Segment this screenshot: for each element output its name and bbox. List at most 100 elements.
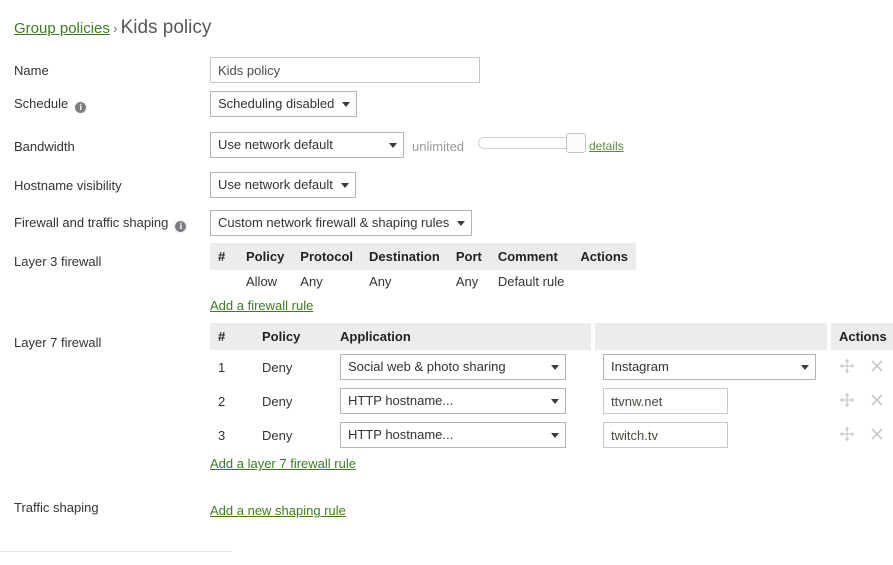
section-divider [0,551,232,552]
layer7-firewall-table: # Policy Application Actions 1 Deny Soci… [210,323,893,452]
firewall-traffic-shaping-select-value: Custom network firewall & shaping rules [218,215,450,230]
cell-actions [572,270,636,293]
label-bandwidth: Bandwidth [14,139,75,154]
page-title: Kids policy [120,17,212,38]
label-firewall-traffic-shaping: Firewall and traffic shaping i [14,215,188,233]
chevron-down-icon [551,433,559,438]
col-header-comment: Comment [489,243,573,270]
chevron-down-icon [801,365,809,370]
table-row: 3 Deny HTTP hostname... [210,418,893,452]
cell-actions [831,384,893,418]
schedule-select[interactable]: Scheduling disabled [210,91,358,117]
col-header-num: # [210,323,254,350]
cell-num: 3 [218,427,226,443]
chevron-down-icon [551,365,559,370]
layer7-type-select-value: HTTP hostname... [348,427,454,442]
row-firewall-traffic-shaping: Firewall and traffic shaping i Custom net… [0,207,893,243]
delete-icon[interactable] [869,358,887,376]
chevron-down-icon [551,399,559,404]
chevron-down-icon [340,183,349,188]
col-header-num: # [210,243,238,270]
cell-comment: Default rule [497,274,565,289]
col-header-port: Port [447,243,490,270]
cell-application-type: Social web & photo sharing [332,350,591,384]
field-bandwidth: Use network default [210,132,404,158]
row-hostname-visibility: Hostname visibility Use network default [0,168,893,207]
chevron-down-icon [457,221,466,226]
cell-application-value [595,384,827,418]
col-header-application: Application [332,323,591,350]
layer7-type-select[interactable]: Social web & photo sharing [340,354,566,380]
cell-num: 1 [218,359,226,375]
cell-application-value [595,418,827,452]
row-layer3-firewall: Layer 3 firewall # Policy Protocol Desti… [0,243,893,323]
row-layer7-firewall: Layer 7 firewall # Policy Application Ac… [0,323,893,486]
hostname-visibility-select[interactable]: Use network default [210,172,356,198]
label-layer3-firewall: Layer 3 firewall [14,254,102,269]
layer7-firewall-section: # Policy Application Actions 1 Deny Soci… [210,323,893,471]
layer7-type-select[interactable]: HTTP hostname... [340,388,566,414]
layer7-value-select[interactable]: Instagram [603,354,816,380]
bandwidth-slider-handle[interactable] [566,133,586,153]
field-hostname-visibility: Use network default [210,172,356,198]
label-schedule-text: Schedule [14,96,69,111]
cell-policy: Allow [246,274,278,289]
col-header-destination: Destination [361,243,448,270]
label-firewall-traffic-shaping-text: Firewall and traffic shaping [14,215,169,230]
info-icon-schedule[interactable]: i [74,101,88,114]
info-icon-firewall-traffic-shaping[interactable]: i [174,220,188,233]
layer3-firewall-table: # Policy Protocol Destination Port Comme… [210,243,636,293]
label-layer7-firewall: Layer 7 firewall [14,335,102,350]
field-firewall-traffic-shaping: Custom network firewall & shaping rules [210,210,473,236]
table-row: 2 Deny HTTP hostname... [210,384,893,418]
cell-actions [831,350,893,384]
row-schedule: Schedule i Scheduling disabled [0,88,893,127]
cell-policy: Deny [262,427,293,443]
firewall-traffic-shaping-select[interactable]: Custom network firewall & shaping rules [210,210,473,236]
field-schedule: Scheduling disabled [210,91,358,117]
hostname-visibility-select-value: Use network default [218,177,333,192]
label-traffic-shaping: Traffic shaping [14,500,99,515]
layer3-firewall-section: # Policy Protocol Destination Port Comme… [210,243,636,313]
bandwidth-details-link[interactable]: details [589,139,624,153]
table-row: Allow Any Any Any Default rule [210,270,636,293]
move-icon[interactable] [839,358,857,376]
bandwidth-limit-text: unlimited [412,139,465,154]
breadcrumb-separator: › [112,20,118,36]
row-bandwidth: Bandwidth Use network default unlimited … [0,127,893,168]
layer7-hostname-input[interactable] [603,388,728,414]
cell-port: Any [455,274,479,289]
table-row: 1 Deny Social web & photo sharing Instag… [210,350,893,384]
table-header-row: # Policy Application Actions [210,323,893,350]
label-name: Name [14,63,49,78]
move-icon[interactable] [839,392,857,410]
add-shaping-rule-link[interactable]: Add a new shaping rule [210,503,346,518]
add-layer7-firewall-rule-link[interactable]: Add a layer 7 firewall rule [210,456,356,471]
label-schedule: Schedule i [14,96,88,114]
bandwidth-select[interactable]: Use network default [210,132,404,158]
layer7-type-select-value: Social web & photo sharing [348,359,506,374]
col-header-protocol: Protocol [292,243,362,270]
bandwidth-slider[interactable] [478,133,586,153]
field-traffic-shaping: Add a new shaping rule [210,503,346,518]
layer7-type-select-value: HTTP hostname... [348,393,454,408]
cell-actions [831,418,893,452]
delete-icon[interactable] [869,392,887,410]
chevron-down-icon [389,143,397,148]
move-icon[interactable] [839,426,857,444]
layer7-type-select[interactable]: HTTP hostname... [340,422,566,448]
cell-policy: Deny [262,359,293,375]
name-input[interactable] [210,57,480,83]
cell-application-value: Instagram [595,350,827,384]
layer7-hostname-input[interactable] [603,422,728,448]
col-header-actions: Actions [572,243,636,270]
schedule-select-value: Scheduling disabled [218,96,335,111]
row-traffic-shaping: Traffic shaping Add a new shaping rule [0,486,893,526]
add-firewall-rule-link[interactable]: Add a firewall rule [210,298,313,313]
col-header-value [595,323,827,350]
delete-icon[interactable] [869,426,887,444]
layer7-value-select-value: Instagram [611,359,669,374]
cell-application-type: HTTP hostname... [332,418,591,452]
cell-policy: Deny [262,393,293,409]
breadcrumb-link-group-policies[interactable]: Group policies [14,20,110,37]
